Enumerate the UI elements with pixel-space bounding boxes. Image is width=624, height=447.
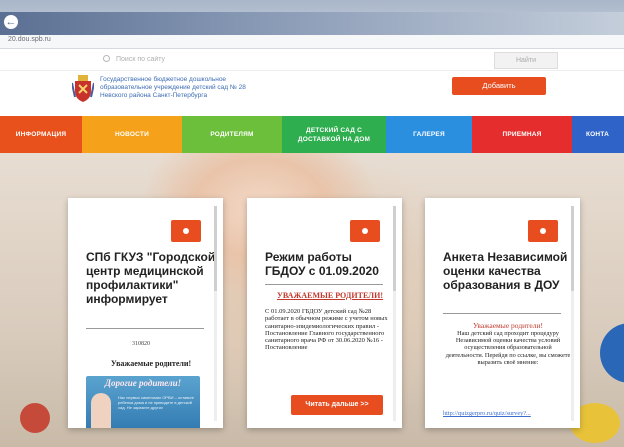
divider (86, 328, 204, 329)
hero-background: СПб ГКУЗ "Городской центр медицинской пр… (0, 153, 624, 447)
menu-item-home-kindergarten[interactable]: Детский сад с доставкой на дом (282, 116, 386, 153)
browser-tab-strip (0, 12, 624, 35)
banner-text: Нас первых симптомах ОРВИ – оставьте реб… (118, 395, 195, 410)
browser-chrome: ← (0, 0, 624, 35)
card-title[interactable]: Режим работы ГБДОУ с 01.09.2020 (265, 250, 395, 278)
address-bar[interactable]: 20.dou.spb.ru (0, 35, 624, 49)
card-badge-icon (528, 220, 558, 242)
doctor-illustration (91, 393, 111, 428)
coat-of-arms-icon (72, 75, 94, 102)
divider (265, 284, 383, 285)
menu-item-info[interactable]: Информация (0, 116, 82, 153)
site-header: Найти Государственное бюджетное дошкольн… (0, 49, 624, 116)
read-more-button[interactable]: Читать дальше >> (291, 395, 383, 415)
menu-item-parents[interactable]: Родителям (182, 116, 282, 153)
card-greeting: Уважаемые родители! (110, 359, 192, 368)
search-input[interactable] (116, 52, 496, 66)
card-subtitle: УВАЖАЕМЫЕ РОДИТЕЛИ! (276, 291, 384, 300)
org-name[interactable]: Государственное бюджетное дошкольное обр… (100, 76, 270, 100)
search-icon (103, 55, 110, 62)
card-scroll-thumb[interactable] (571, 206, 574, 291)
card-body: Наш детский сад проходит процедуру Незав… (445, 330, 571, 366)
add-button[interactable]: Добавить (452, 77, 546, 95)
news-card-2[interactable]: Режим работы ГБДОУ с 01.09.2020 УВАЖАЕМЫ… (247, 198, 402, 428)
news-card-1[interactable]: СПб ГКУЗ "Городской центр медицинской пр… (68, 198, 223, 428)
card-badge-icon (171, 220, 201, 242)
news-card-3[interactable]: Анкета Независимой оценки качества образ… (425, 198, 580, 428)
divider (443, 313, 561, 314)
address-url: 20.dou.spb.ru (8, 36, 51, 43)
survey-link[interactable]: http://quizgerpro.ru/quiz/survey?... (443, 410, 573, 417)
card-subtitle: Уважаемые родители! (472, 321, 544, 330)
toy-decoration (20, 403, 50, 433)
card-scroll-thumb[interactable] (393, 206, 396, 291)
card-title[interactable]: СПб ГКУЗ "Городской центр медицинской пр… (86, 250, 216, 306)
search-row: Найти (0, 49, 624, 71)
card-date: 310820 (132, 341, 150, 347)
search-button[interactable]: Найти (494, 52, 558, 69)
menu-item-news[interactable]: Новости (82, 116, 182, 153)
main-menu: Информация Новости Родителям Детский сад… (0, 116, 624, 153)
card-title[interactable]: Анкета Независимой оценки качества образ… (443, 250, 573, 292)
toy-decoration (600, 323, 624, 383)
browser-back-icon[interactable]: ← (4, 15, 18, 29)
card-scroll-thumb[interactable] (214, 206, 217, 291)
banner-title: Дорогие родители! (104, 378, 182, 388)
menu-item-gallery[interactable]: Галерея (386, 116, 472, 153)
card-badge-icon (350, 220, 380, 242)
menu-item-contacts[interactable]: Конта (572, 116, 624, 153)
menu-item-reception[interactable]: Приемная (472, 116, 572, 153)
card-body: С 01.09.2020 ГБДОУ детский сад №28 работ… (265, 308, 388, 352)
card-banner-image: Дорогие родители! Нас первых симптомах О… (86, 376, 200, 428)
